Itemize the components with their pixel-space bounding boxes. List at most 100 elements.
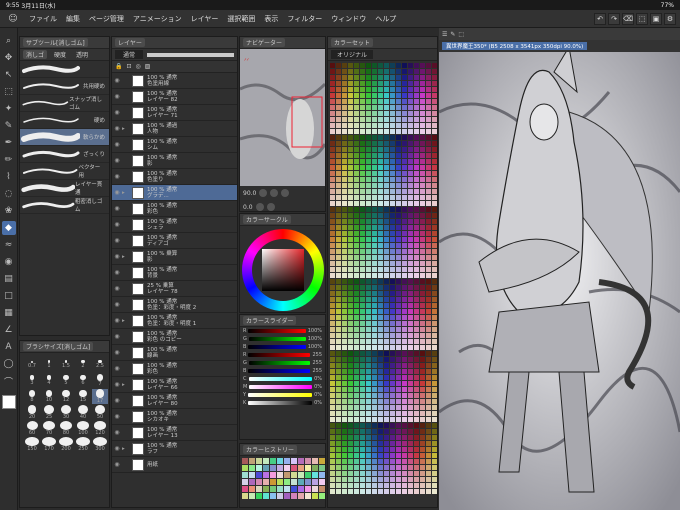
color-set-swatch[interactable]: [426, 153, 431, 158]
color-set-swatch[interactable]: [420, 381, 425, 386]
layer-row[interactable]: ◉ 100 % 通常 彩色: [112, 201, 237, 217]
color-set-swatch[interactable]: [426, 147, 431, 152]
color-set-swatch[interactable]: [384, 141, 389, 146]
color-set-swatch[interactable]: [372, 69, 377, 74]
color-set-swatch[interactable]: [384, 333, 389, 338]
color-set-swatch[interactable]: [336, 171, 341, 176]
color-set-swatch[interactable]: [354, 117, 359, 122]
color-set-swatch[interactable]: [330, 99, 335, 104]
history-swatch[interactable]: [263, 465, 269, 471]
color-set-swatch[interactable]: [330, 147, 335, 152]
color-set-swatch[interactable]: [402, 345, 407, 350]
color-set-swatch[interactable]: [420, 417, 425, 422]
color-set-swatch[interactable]: [432, 363, 437, 368]
color-set-swatch[interactable]: [336, 333, 341, 338]
canvas-tool-icon[interactable]: ⬚: [458, 31, 464, 38]
color-set-swatch[interactable]: [378, 417, 383, 422]
clear-icon[interactable]: ⌫: [622, 12, 634, 25]
color-set-swatch[interactable]: [354, 429, 359, 434]
color-set-swatch[interactable]: [342, 75, 347, 80]
visibility-icon[interactable]: ◉: [112, 397, 122, 404]
color-set-swatch[interactable]: [348, 273, 353, 278]
color-set-swatch[interactable]: [396, 213, 401, 218]
color-set-swatch[interactable]: [396, 429, 401, 434]
color-set-swatch[interactable]: [402, 75, 407, 80]
color-set-swatch[interactable]: [336, 387, 341, 392]
color-set-swatch[interactable]: [330, 231, 335, 236]
color-set-swatch[interactable]: [414, 255, 419, 260]
color-set-swatch[interactable]: [378, 159, 383, 164]
history-swatch[interactable]: [277, 486, 283, 492]
color-set-swatch[interactable]: [426, 285, 431, 290]
history-swatch[interactable]: [319, 493, 325, 499]
color-set-swatch[interactable]: [372, 297, 377, 302]
color-set-swatch[interactable]: [396, 153, 401, 158]
color-set-swatch[interactable]: [390, 207, 395, 212]
color-slider-row[interactable]: R 100%: [240, 327, 325, 335]
color-set-swatch[interactable]: [378, 453, 383, 458]
color-set-swatch[interactable]: [402, 411, 407, 416]
color-set-swatch[interactable]: [402, 177, 407, 182]
color-set-swatch[interactable]: [378, 93, 383, 98]
color-set-swatch[interactable]: [390, 237, 395, 242]
color-set-swatch[interactable]: [426, 93, 431, 98]
color-set-swatch[interactable]: [402, 423, 407, 428]
color-set-swatch[interactable]: [372, 483, 377, 488]
history-swatch[interactable]: [277, 472, 283, 478]
color-set-swatch[interactable]: [366, 141, 371, 146]
balloon-tool-icon[interactable]: ◯: [2, 357, 16, 371]
color-set-swatch[interactable]: [396, 447, 401, 452]
color-set-swatch[interactable]: [342, 213, 347, 218]
color-set-swatch[interactable]: [402, 249, 407, 254]
color-set-swatch[interactable]: [354, 405, 359, 410]
color-set-swatch[interactable]: [336, 459, 341, 464]
color-set-swatch[interactable]: [342, 237, 347, 242]
color-set-swatch[interactable]: [360, 237, 365, 242]
color-set-swatch[interactable]: [330, 117, 335, 122]
color-set-swatch[interactable]: [402, 399, 407, 404]
color-set-swatch[interactable]: [402, 417, 407, 422]
color-set-swatch[interactable]: [432, 201, 437, 206]
menu-window[interactable]: ウィンドウ: [331, 14, 366, 24]
history-swatch[interactable]: [312, 479, 318, 485]
color-set-swatch[interactable]: [432, 171, 437, 176]
color-set-swatch[interactable]: [378, 189, 383, 194]
color-set-swatch[interactable]: [414, 321, 419, 326]
visibility-icon[interactable]: ◉: [112, 381, 122, 388]
color-set-swatch[interactable]: [372, 333, 377, 338]
visibility-icon[interactable]: ◉: [112, 461, 122, 468]
color-set-swatch[interactable]: [420, 345, 425, 350]
color-set-swatch[interactable]: [336, 363, 341, 368]
color-circle-title[interactable]: カラーサークル: [243, 215, 291, 224]
color-set-swatch[interactable]: [402, 447, 407, 452]
color-set-swatch[interactable]: [384, 417, 389, 422]
color-set-swatch[interactable]: [408, 243, 413, 248]
color-set-swatch[interactable]: [426, 273, 431, 278]
color-set-swatch[interactable]: [336, 63, 341, 68]
color-set-swatch[interactable]: [360, 255, 365, 260]
color-set-swatch[interactable]: [396, 351, 401, 356]
color-set-swatch[interactable]: [384, 381, 389, 386]
channel-slider[interactable]: [248, 369, 311, 373]
color-set-swatch[interactable]: [372, 147, 377, 152]
color-set-swatch[interactable]: [390, 267, 395, 272]
color-set-swatch[interactable]: [396, 147, 401, 152]
color-set-swatch[interactable]: [372, 303, 377, 308]
color-set-swatch[interactable]: [372, 237, 377, 242]
color-set-swatch[interactable]: [330, 339, 335, 344]
color-set-swatch[interactable]: [330, 399, 335, 404]
color-set-swatch[interactable]: [372, 273, 377, 278]
color-set-swatch[interactable]: [360, 417, 365, 422]
color-set-swatch[interactable]: [390, 219, 395, 224]
color-set-swatch[interactable]: [396, 315, 401, 320]
color-set-swatch[interactable]: [384, 201, 389, 206]
color-set-swatch[interactable]: [336, 303, 341, 308]
history-swatch[interactable]: [305, 479, 311, 485]
color-set-swatch[interactable]: [420, 207, 425, 212]
color-set-swatch[interactable]: [366, 195, 371, 200]
color-set-swatch[interactable]: [414, 165, 419, 170]
color-set-swatch[interactable]: [414, 99, 419, 104]
color-set-swatch[interactable]: [420, 255, 425, 260]
color-set-swatch[interactable]: [408, 363, 413, 368]
color-set-swatch[interactable]: [360, 213, 365, 218]
